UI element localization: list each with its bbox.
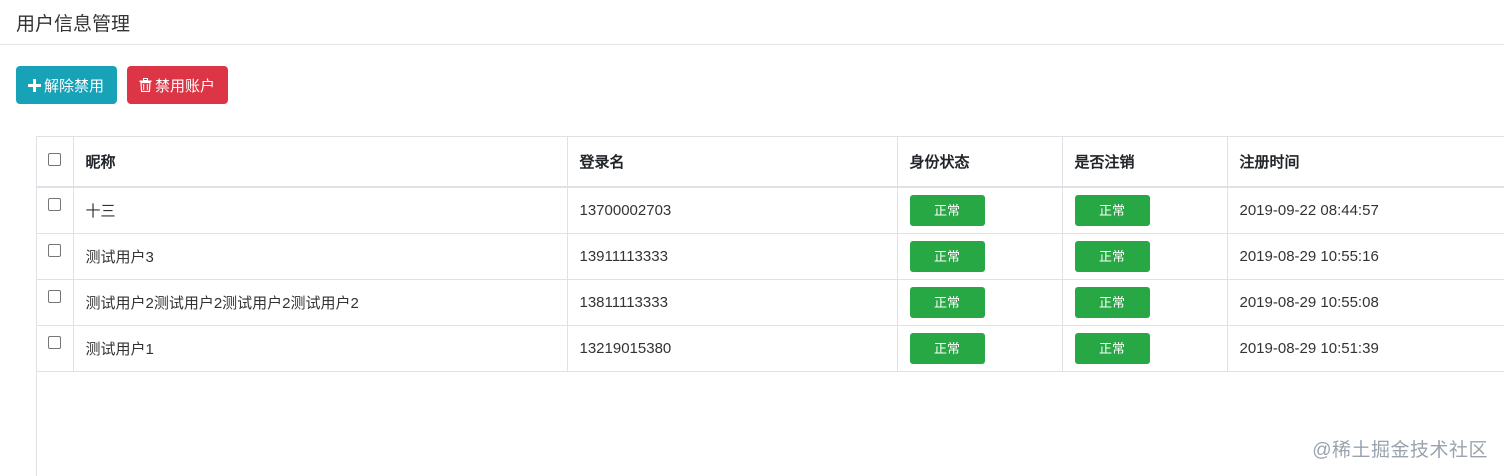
table-header-row: 昵称 登录名 身份状态 是否注销 注册时间: [37, 137, 1504, 188]
status-badge[interactable]: 正常: [909, 240, 985, 272]
login-cell: 13700002703: [567, 187, 898, 234]
column-header-login[interactable]: 登录名: [567, 137, 898, 188]
toolbar: 解除禁用 禁用账户: [16, 66, 229, 104]
user-table: 昵称 登录名 身份状态 是否注销 注册时间 十三 13700002703 正常 …: [37, 137, 1504, 372]
login-cell: 13219015380: [567, 325, 898, 372]
cancelled-badge[interactable]: 正常: [1074, 332, 1150, 364]
status-badge[interactable]: 正常: [909, 332, 985, 364]
plus-icon: [28, 78, 41, 92]
status-badge[interactable]: 正常: [909, 286, 985, 318]
row-checkbox[interactable]: [48, 243, 62, 257]
row-select-cell: [37, 233, 74, 280]
status-cell: 正常: [897, 325, 1063, 372]
registered-cell: 2019-08-29 10:51:39: [1227, 325, 1504, 372]
cancelled-cell: 正常: [1062, 233, 1228, 280]
registered-cell: 2019-08-29 10:55:08: [1227, 279, 1504, 326]
row-checkbox[interactable]: [48, 335, 62, 349]
cancelled-cell: 正常: [1062, 279, 1228, 326]
trash-icon: [139, 78, 152, 92]
column-header-nickname[interactable]: 昵称: [73, 137, 568, 188]
nickname-cell: 测试用户3: [73, 233, 568, 280]
table-row[interactable]: 测试用户3 13911113333 正常 正常 2019-08-29 10:55…: [37, 233, 1504, 280]
select-all-cell: [37, 137, 74, 188]
cancelled-cell: 正常: [1062, 325, 1228, 372]
row-select-cell: [37, 325, 74, 372]
status-cell: 正常: [897, 233, 1063, 280]
login-cell: 13811113333: [567, 279, 898, 326]
cancelled-badge[interactable]: 正常: [1074, 240, 1150, 272]
row-checkbox[interactable]: [48, 198, 62, 211]
disable-account-button[interactable]: 禁用账户: [127, 66, 229, 104]
enable-account-label: 解除禁用: [44, 77, 105, 95]
column-header-registered[interactable]: 注册时间: [1227, 137, 1504, 188]
status-cell: 正常: [897, 187, 1063, 234]
column-header-cancelled[interactable]: 是否注销: [1062, 137, 1228, 188]
column-header-status[interactable]: 身份状态: [897, 137, 1063, 188]
row-select-cell: [37, 279, 74, 326]
nickname-cell: 测试用户1: [73, 325, 568, 372]
table-row[interactable]: 十三 13700002703 正常 正常 2019-09-22 08:44:57: [37, 187, 1504, 234]
registered-cell: 2019-08-29 10:55:16: [1227, 233, 1504, 280]
page-header: 用户信息管理: [0, 0, 1504, 45]
row-checkbox[interactable]: [48, 289, 62, 303]
login-cell: 13911113333: [567, 233, 898, 280]
registered-cell: 2019-09-22 08:44:57: [1227, 187, 1504, 234]
status-cell: 正常: [897, 279, 1063, 326]
disable-account-label: 禁用账户: [155, 77, 216, 95]
status-badge[interactable]: 正常: [909, 194, 985, 226]
user-table-container: 昵称 登录名 身份状态 是否注销 注册时间 十三 13700002703 正常 …: [36, 136, 1504, 476]
nickname-cell: 测试用户2测试用户2测试用户2测试用户2: [73, 279, 568, 326]
nickname-cell: 十三: [73, 187, 568, 234]
table-row[interactable]: 测试用户2测试用户2测试用户2测试用户2 13811113333 正常 正常 2…: [37, 279, 1504, 326]
select-all-checkbox[interactable]: [48, 153, 62, 166]
cancelled-badge[interactable]: 正常: [1074, 286, 1150, 318]
cancelled-cell: 正常: [1062, 187, 1228, 234]
page-title: 用户信息管理: [16, 13, 131, 35]
watermark: @稀土掘金技术社区: [1312, 440, 1488, 461]
table-row[interactable]: 测试用户1 13219015380 正常 正常 2019-08-29 10:51…: [37, 325, 1504, 372]
cancelled-badge[interactable]: 正常: [1074, 194, 1150, 226]
enable-account-button[interactable]: 解除禁用: [16, 66, 118, 104]
row-select-cell: [37, 187, 74, 234]
